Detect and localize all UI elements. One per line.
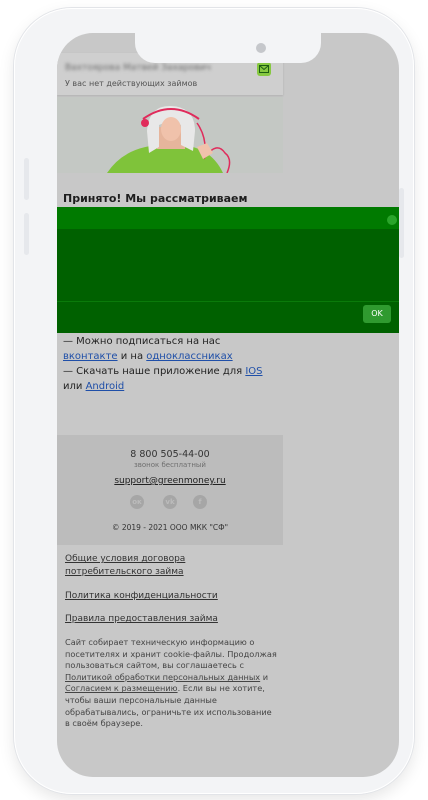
banner-toggle-icon xyxy=(387,215,397,225)
power-button xyxy=(399,188,404,258)
banner-divider xyxy=(57,301,399,302)
cookie-notice: Сайт собирает техническую информацию о п… xyxy=(65,637,277,729)
odnoklassniki-icon[interactable]: ок xyxy=(130,495,144,509)
phone-note: звонок бесплатный xyxy=(134,461,206,469)
phone-screen: Вахтоярова Матвей Захарович У вас нет де… xyxy=(57,33,399,777)
support-email-link[interactable]: support@greenmoney.ru xyxy=(57,476,283,486)
privacy-policy-link[interactable]: Политика конфиденциальности xyxy=(65,590,265,603)
consent-link[interactable]: Согласием к размещению xyxy=(65,683,178,693)
volume-down-button xyxy=(24,213,29,255)
cookie-banner: OK xyxy=(57,207,399,333)
personal-data-policy-link[interactable]: Политикой обработки персональных данных xyxy=(65,672,260,682)
phone-frame: Вахтоярова Матвей Захарович У вас нет де… xyxy=(14,8,414,794)
copyright: © 2019 - 2021 ООО МКК "СФ" xyxy=(111,523,229,532)
page-content: Вахтоярова Матвей Захарович У вас нет де… xyxy=(57,33,283,777)
terms-link[interactable]: Общие условия договора потребительского … xyxy=(65,553,265,579)
user-name: Вахтоярова Матвей Захарович xyxy=(65,63,211,73)
social-subscribe-text: — Можно подписаться на нас вконтакте и н… xyxy=(63,336,233,362)
android-app-link[interactable]: Android xyxy=(86,381,125,392)
volume-up-button xyxy=(24,158,29,200)
banner-header xyxy=(57,207,399,229)
mail-icon[interactable] xyxy=(257,62,271,76)
vk-icon[interactable]: vk xyxy=(163,495,177,509)
app-download-text: — Скачать наше приложение для IOS или An… xyxy=(63,366,263,392)
vk-link[interactable]: вконтакте xyxy=(63,351,118,362)
camera-icon xyxy=(256,43,266,53)
operator-illustration xyxy=(107,105,231,173)
hero-illustration xyxy=(57,97,283,173)
loan-status: У вас нет действующих займов xyxy=(65,79,198,88)
odnoklassniki-link[interactable]: одноклассниках xyxy=(146,351,232,362)
ios-app-link[interactable]: IOS xyxy=(245,366,262,377)
facebook-icon[interactable]: f xyxy=(193,495,207,509)
footer: 8 800 505-44-00 звонок бесплатный suppor… xyxy=(57,435,283,545)
ok-button[interactable]: OK xyxy=(363,305,391,323)
support-phone[interactable]: 8 800 505-44-00 xyxy=(57,449,283,460)
loan-rules-link[interactable]: Правила предоставления займа xyxy=(65,613,265,626)
notch xyxy=(135,33,321,63)
